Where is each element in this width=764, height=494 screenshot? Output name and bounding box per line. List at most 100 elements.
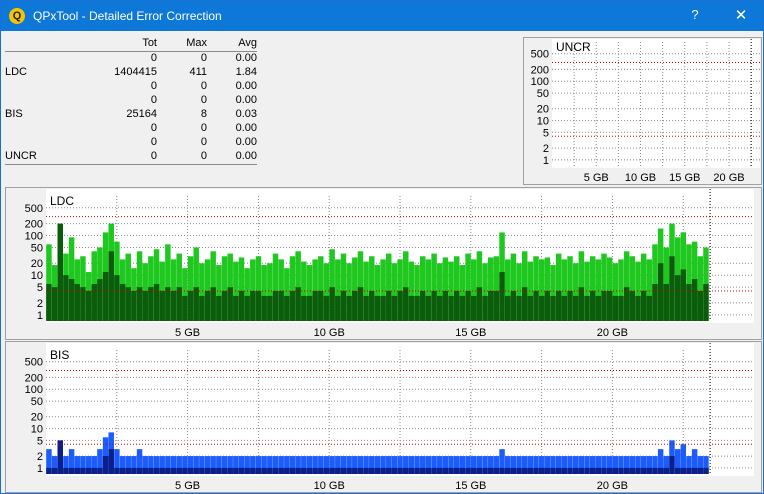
header-tot: Tot xyxy=(142,37,157,49)
x-tick-label: 5 GB xyxy=(175,327,200,339)
stats-row: 0 0 0.00 xyxy=(5,94,257,108)
y-tick-label: 100 xyxy=(531,76,549,88)
bis-bar xyxy=(363,467,369,474)
bis-bar xyxy=(680,467,687,474)
ldc-bar xyxy=(629,290,636,321)
max-cell: 8 xyxy=(200,108,207,120)
bis-bar xyxy=(295,467,301,474)
ldc-bar xyxy=(369,290,375,321)
ldc-bar xyxy=(476,287,483,321)
bis-bar xyxy=(57,440,63,474)
ldc-bar xyxy=(63,275,69,321)
ldc-bar xyxy=(442,290,449,321)
bis-bar xyxy=(425,467,432,474)
ldc-bar xyxy=(595,295,602,321)
bis-bar xyxy=(244,467,250,474)
ldc-bar xyxy=(561,295,568,321)
bis-bar xyxy=(131,467,137,474)
bis-bar xyxy=(391,467,398,474)
y-tick-label: 500 xyxy=(25,203,43,215)
bis-bar xyxy=(210,467,216,474)
ldc-bar xyxy=(176,287,182,321)
bis-bar xyxy=(238,467,245,474)
avg-cell: 0.00 xyxy=(235,80,257,92)
bis-bar xyxy=(538,467,545,474)
bis-bar xyxy=(516,467,522,474)
ldc-bar xyxy=(80,287,86,321)
x-tick-label: 10 GB xyxy=(314,480,345,492)
ldc-bar xyxy=(153,283,160,321)
chart-title: BIS xyxy=(50,348,69,362)
close-button[interactable]: ✕ xyxy=(729,6,753,26)
ldc-bar xyxy=(238,290,245,321)
bis-bar xyxy=(63,467,69,474)
tot-cell: 25164 xyxy=(126,108,157,120)
stats-row: UNCR 0 0 0.00 xyxy=(5,150,257,165)
ldc-bar xyxy=(555,290,562,321)
stats-table: Tot Max Avg 0 0 0.00 LDC 1404415 411 1.84 000… xyxy=(5,37,257,165)
ldc-bar xyxy=(318,290,324,321)
x-tick-label: 20 GB xyxy=(597,327,628,339)
y-tick-label: 200 xyxy=(25,372,43,384)
stats-row: 0 0 0.00 xyxy=(5,52,257,66)
stats-row: LDC 1404415 411 1.84 xyxy=(5,66,257,80)
y-tick-label: 1 xyxy=(543,155,549,167)
ldc-bar xyxy=(612,295,619,321)
bis-bar xyxy=(289,467,296,474)
ldc-bar xyxy=(91,283,97,321)
bis-bar xyxy=(68,467,75,474)
bis-bar xyxy=(397,467,403,474)
y-tick-label: 50 xyxy=(31,242,43,254)
y-tick-label: 5 xyxy=(37,435,43,447)
tot-cell: 1404415 xyxy=(114,66,157,78)
ldc-bar xyxy=(623,287,630,321)
y-tick-label: 20 xyxy=(31,258,43,270)
ldc-bar xyxy=(136,287,143,321)
bis-bar xyxy=(686,467,692,474)
avg-cell: 0.03 xyxy=(235,108,257,120)
bis-bar xyxy=(142,467,148,474)
bis-chart-svg: 12 51020 50100200 500 5 GB 10 GB 15 GB 20 GB BIS xyxy=(25,343,754,492)
bis-bar xyxy=(561,467,568,474)
bis-bar xyxy=(85,467,92,474)
avg-cell: 0.00 xyxy=(235,94,257,106)
bis-bar xyxy=(97,467,103,474)
bis-bar xyxy=(448,467,454,474)
ldc-bar xyxy=(425,295,432,321)
bis-bar xyxy=(176,467,182,474)
ldc-bar xyxy=(510,290,517,321)
bis-bar xyxy=(476,467,483,474)
bis-bar xyxy=(459,467,466,474)
bis-bar xyxy=(555,467,562,474)
bis-bar xyxy=(284,467,290,474)
bis-bar xyxy=(437,467,443,474)
x-tick-label: 5 GB xyxy=(175,480,200,492)
bis-bar xyxy=(125,467,131,474)
ldc-bar xyxy=(618,295,624,321)
y-tick-label: 5 xyxy=(37,282,43,294)
ldc-bar xyxy=(312,290,318,321)
x-tick-label: 15 GB xyxy=(669,172,700,184)
bis-bar xyxy=(182,467,188,474)
y-tick-label: 20 xyxy=(537,104,549,116)
bis-bar xyxy=(527,467,534,474)
ldc-bar xyxy=(403,287,409,321)
bis-bar xyxy=(255,467,262,474)
bis-bar xyxy=(227,467,233,474)
help-button[interactable]: ? xyxy=(685,7,705,25)
bis-bar xyxy=(136,467,143,474)
title-bar[interactable]: Q QPxTool - Detailed Error Correction ? … xyxy=(1,1,763,31)
tot-cell: 0 xyxy=(150,150,157,162)
ldc-bar xyxy=(640,290,647,321)
ldc-bar xyxy=(386,290,392,321)
ldc-bar xyxy=(697,290,704,321)
x-tick-label: 20 GB xyxy=(713,172,744,184)
bis-bar xyxy=(272,467,279,474)
ldc-bar xyxy=(244,295,250,321)
header-max: Max xyxy=(186,37,207,49)
bis-bar xyxy=(403,467,409,474)
ldc-bar xyxy=(471,295,477,321)
ldc-bar xyxy=(340,290,347,321)
bis-bar xyxy=(153,467,160,474)
bis-bar xyxy=(499,467,505,474)
